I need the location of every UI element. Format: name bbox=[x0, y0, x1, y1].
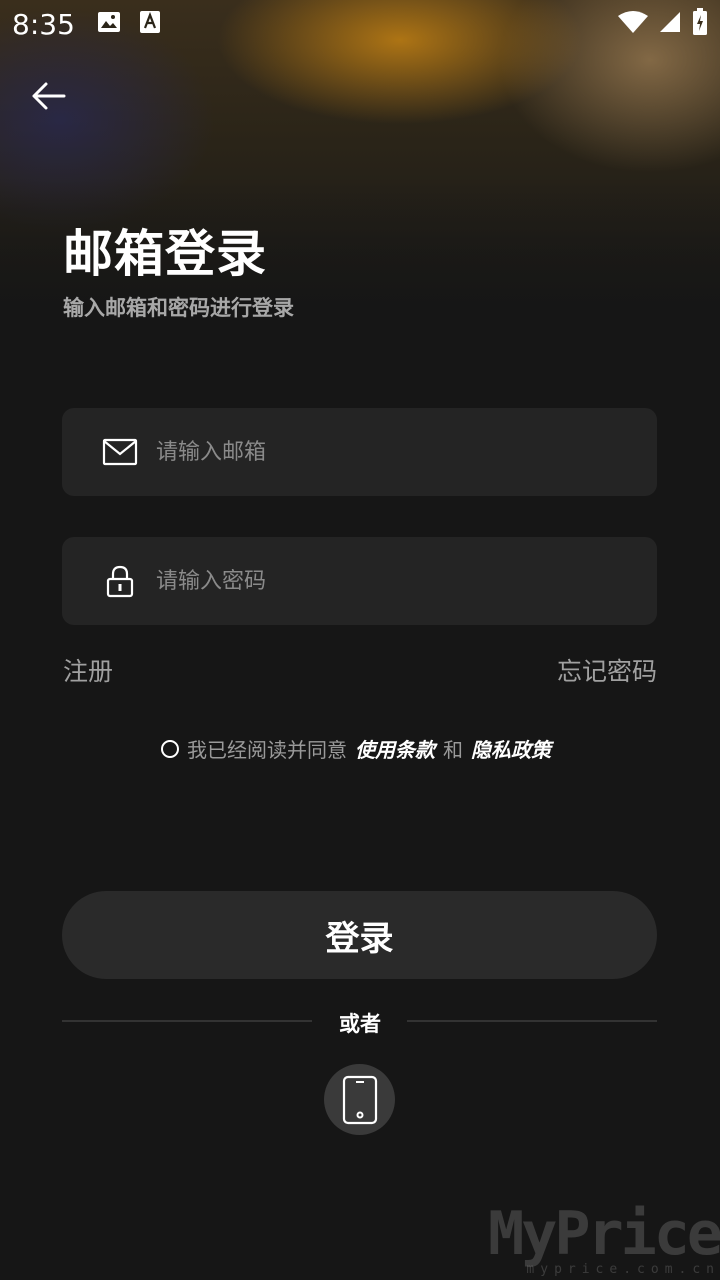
terms-link[interactable]: 使用条款 bbox=[355, 734, 435, 763]
phone-icon bbox=[342, 1075, 377, 1124]
agreement-and: 和 bbox=[443, 738, 463, 762]
lock-icon bbox=[100, 561, 140, 601]
privacy-link[interactable]: 隐私政策 bbox=[471, 734, 551, 763]
wifi-icon bbox=[618, 11, 648, 37]
or-label: 或者 bbox=[339, 1012, 381, 1036]
back-button[interactable] bbox=[28, 76, 68, 116]
email-input[interactable] bbox=[156, 439, 596, 465]
image-notification-icon bbox=[97, 11, 121, 37]
forgot-password-link[interactable]: 忘记密码 bbox=[557, 652, 657, 688]
page-title: 邮箱登录 bbox=[63, 225, 267, 283]
watermark: MyPrice myprice.com.cn bbox=[488, 1200, 720, 1277]
watermark-logo: MyPrice bbox=[488, 1199, 720, 1269]
battery-icon bbox=[692, 8, 708, 40]
agreement-prefix: 我已经阅读并同意 bbox=[187, 738, 347, 762]
phone-login-button[interactable] bbox=[324, 1064, 395, 1135]
page-subtitle: 输入邮箱和密码进行登录 bbox=[63, 296, 294, 320]
arrow-left-icon bbox=[32, 82, 66, 110]
login-button[interactable]: 登录 bbox=[62, 891, 657, 979]
agreement-row: 我已经阅读并同意 使用条款 和 隐私政策 bbox=[0, 734, 720, 763]
signal-icon bbox=[658, 10, 682, 38]
status-bar: 8:35 bbox=[0, 0, 720, 48]
status-time: 8:35 bbox=[12, 7, 75, 41]
register-link[interactable]: 注册 bbox=[63, 652, 113, 688]
email-field[interactable] bbox=[62, 408, 657, 496]
password-field[interactable] bbox=[62, 537, 657, 625]
password-input[interactable] bbox=[156, 568, 596, 594]
agreement-checkbox[interactable] bbox=[161, 739, 179, 758]
mail-icon bbox=[100, 432, 140, 472]
app-notification-icon bbox=[139, 10, 161, 38]
